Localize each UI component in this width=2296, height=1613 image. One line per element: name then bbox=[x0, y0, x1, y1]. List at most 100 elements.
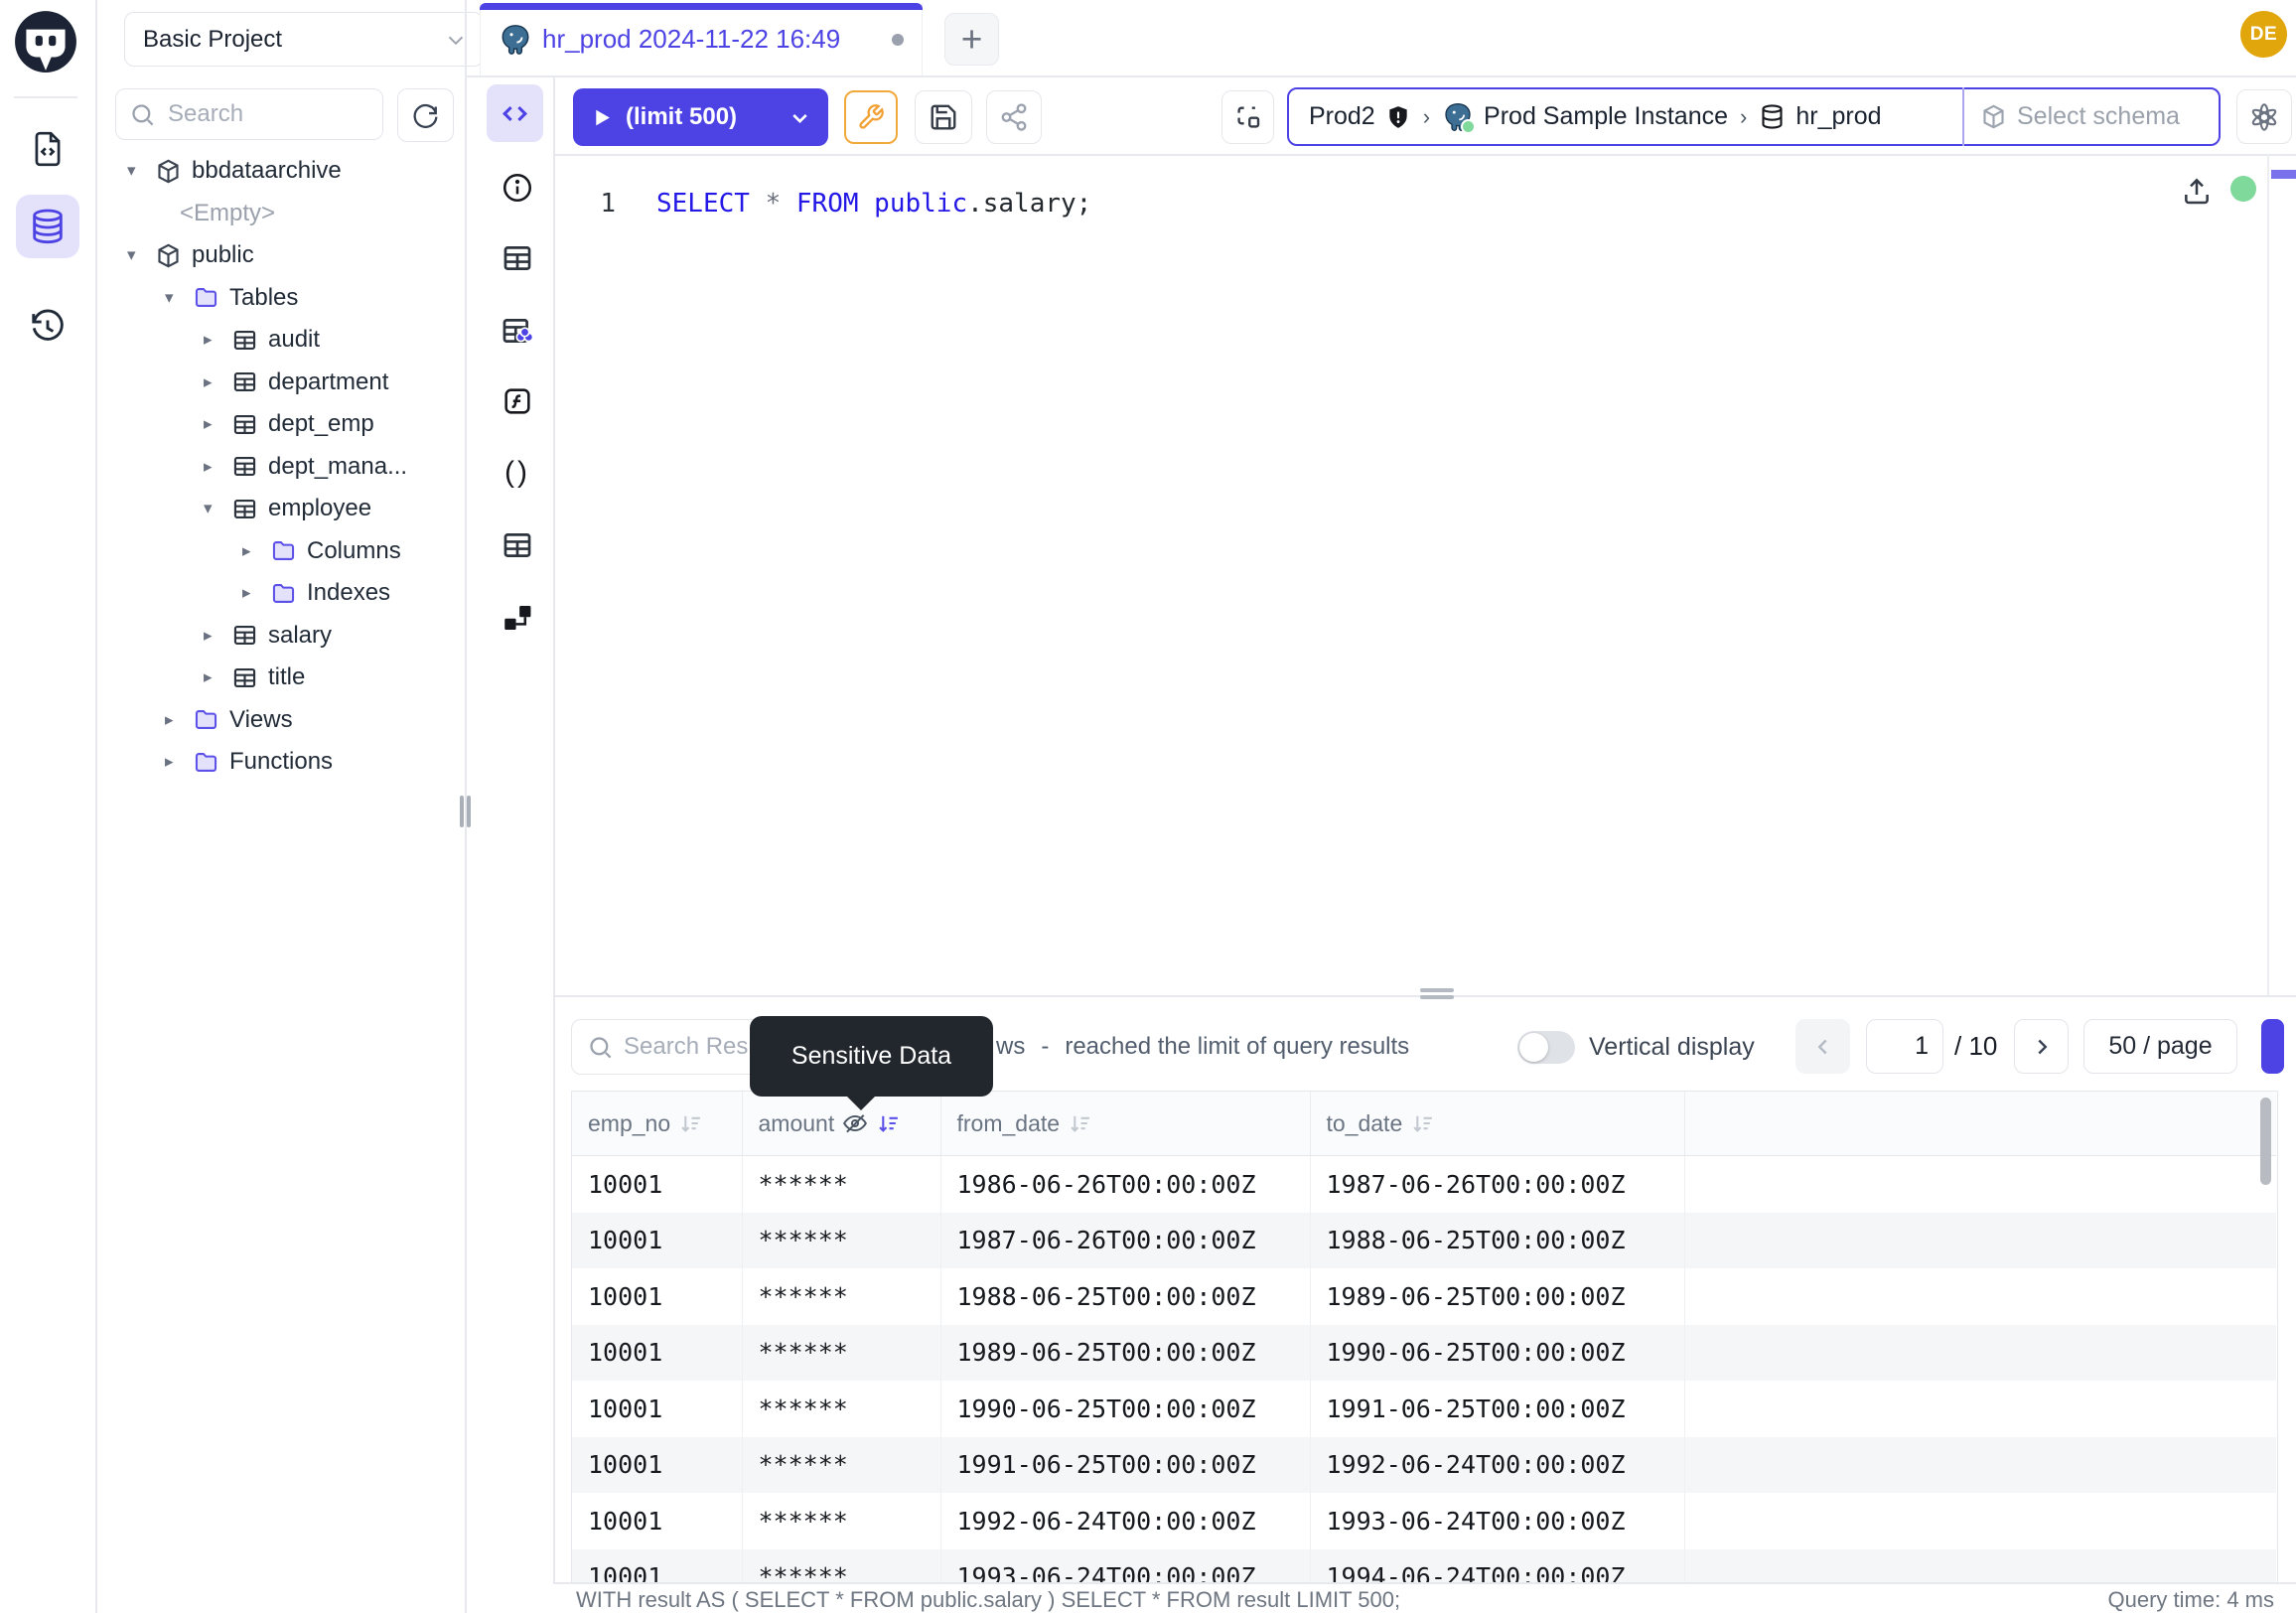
splitter-handle[interactable] bbox=[1420, 988, 1454, 992]
sort-icon[interactable] bbox=[678, 1111, 703, 1136]
column-header-emp_no[interactable]: emp_no bbox=[572, 1092, 742, 1156]
tree-item-employee[interactable]: ▾employee bbox=[96, 488, 464, 530]
sidebar-item-history[interactable] bbox=[16, 294, 79, 358]
tree-item-label: dept_emp bbox=[268, 410, 374, 438]
table-detail-button[interactable] bbox=[498, 525, 537, 565]
table-cell: ****** bbox=[742, 1381, 940, 1437]
connect-database-icon bbox=[1233, 102, 1263, 132]
info-button[interactable] bbox=[498, 168, 537, 208]
sidebar-item-databases[interactable] bbox=[16, 195, 79, 258]
chevron-right-icon[interactable]: ▸ bbox=[242, 541, 268, 561]
cube-icon bbox=[153, 158, 183, 185]
functions-button[interactable] bbox=[498, 381, 537, 421]
chevron-right-icon[interactable]: ▸ bbox=[204, 667, 229, 687]
export-button-clipped[interactable] bbox=[2261, 1019, 2284, 1074]
sql-editor-line[interactable]: SELECT * FROM public.salary; bbox=[656, 189, 1091, 219]
sensitive-data-button[interactable] bbox=[498, 311, 537, 351]
sort-icon[interactable] bbox=[1410, 1111, 1435, 1136]
page-number-input[interactable] bbox=[1866, 1019, 1943, 1074]
table-icon bbox=[229, 327, 259, 354]
chevron-down-icon[interactable]: ▾ bbox=[127, 245, 153, 265]
tree-item-dept-emp[interactable]: ▸ dept_emp bbox=[96, 403, 464, 446]
tab-hr-prod[interactable]: hr_prod 2024-11-22 16:49 bbox=[480, 3, 923, 75]
tree-item--empty-[interactable]: <Empty> bbox=[96, 193, 464, 235]
masked-table-icon bbox=[501, 314, 534, 348]
schema-diagram-button[interactable] bbox=[498, 598, 537, 638]
admin-wrench-button[interactable] bbox=[844, 90, 898, 144]
tree-item-dept-mana-[interactable]: ▸dept_mana... bbox=[96, 446, 464, 489]
chevron-down-icon[interactable]: ▾ bbox=[204, 499, 229, 518]
ai-assistant-button[interactable] bbox=[2236, 89, 2292, 144]
chevron-right-icon[interactable]: ▸ bbox=[204, 626, 229, 646]
tree-item-public[interactable]: ▾public bbox=[96, 234, 464, 277]
breadcrumb-connection-path[interactable]: Prod2 › Prod Sample Instance › hr_prod bbox=[1289, 89, 1882, 144]
chevron-right-icon[interactable]: ▸ bbox=[165, 752, 191, 772]
results-scrollbar-thumb[interactable] bbox=[2260, 1098, 2271, 1185]
tree-item-bbdataarchive[interactable]: ▾bbdataarchive bbox=[96, 150, 464, 193]
chevron-down-icon[interactable] bbox=[788, 105, 812, 130]
next-page-button[interactable] bbox=[2014, 1019, 2069, 1074]
run-query-button[interactable]: (limit 500) bbox=[573, 88, 828, 146]
new-tab-button[interactable]: + bbox=[944, 13, 999, 66]
chevron-right-icon[interactable]: ▸ bbox=[204, 330, 229, 350]
postgresql-icon bbox=[499, 23, 532, 57]
chevron-right-icon[interactable]: ▸ bbox=[204, 414, 229, 434]
column-header-to_date[interactable]: to_date bbox=[1310, 1092, 1684, 1156]
tree-item-department[interactable]: ▸department bbox=[96, 362, 464, 404]
chevron-right-icon[interactable]: ▸ bbox=[165, 710, 191, 730]
tree-item-audit[interactable]: ▸audit bbox=[96, 319, 464, 362]
info-icon bbox=[501, 171, 534, 205]
run-button-label: (limit 500) bbox=[626, 103, 737, 131]
tree-item-columns[interactable]: ▸Columns bbox=[96, 530, 464, 573]
column-header-amount[interactable]: amount bbox=[742, 1092, 940, 1156]
user-avatar[interactable]: DE bbox=[2240, 11, 2287, 58]
function-icon bbox=[501, 384, 534, 418]
cube-icon bbox=[1980, 103, 2007, 130]
table-cell: 1987-06-26T00:00:00Z bbox=[1310, 1156, 1684, 1213]
prev-page-button[interactable] bbox=[1795, 1019, 1850, 1074]
tree-item-tables[interactable]: ▾Tables bbox=[96, 277, 464, 320]
table-cell: 1990-06-25T00:00:00Z bbox=[1310, 1325, 1684, 1382]
tree-item-functions[interactable]: ▸Functions bbox=[96, 741, 464, 784]
chevron-right-icon[interactable]: ▸ bbox=[242, 583, 268, 603]
connection-button[interactable] bbox=[1221, 90, 1274, 144]
tree-item-views[interactable]: ▸ Views bbox=[96, 699, 464, 742]
bytebase-logo[interactable] bbox=[13, 9, 78, 74]
save-button[interactable] bbox=[915, 90, 972, 144]
sql-token: . bbox=[967, 189, 983, 219]
sort-icon[interactable] bbox=[1068, 1111, 1092, 1136]
table-info-button[interactable] bbox=[498, 238, 537, 278]
environment-label: Prod2 bbox=[1309, 102, 1375, 131]
chevron-down-icon[interactable]: ▾ bbox=[127, 161, 153, 181]
sql-token: FROM bbox=[796, 189, 859, 219]
refresh-tree-button[interactable] bbox=[397, 88, 454, 142]
parameters-button[interactable]: () bbox=[498, 453, 537, 493]
column-header-from_date[interactable]: from_date bbox=[940, 1092, 1310, 1156]
panel-resize-handle[interactable] bbox=[460, 796, 464, 827]
export-result-icon[interactable] bbox=[2181, 175, 2213, 207]
chevron-down-icon[interactable]: ▾ bbox=[165, 288, 191, 308]
sidebar-item-worksheets[interactable] bbox=[16, 117, 79, 181]
share-button[interactable] bbox=[986, 90, 1042, 144]
page-size-select[interactable]: 50 / page bbox=[2083, 1019, 2237, 1074]
chevron-right-icon[interactable]: ▸ bbox=[204, 372, 229, 392]
editor-mode-button[interactable] bbox=[487, 84, 543, 142]
tree-item-salary[interactable]: ▸salary bbox=[96, 615, 464, 658]
vertical-display-toggle[interactable] bbox=[1517, 1031, 1575, 1064]
tree-item-label: Views bbox=[229, 706, 293, 734]
select-schema-label: Select schema bbox=[2017, 102, 2180, 131]
table-cell: 10001 bbox=[572, 1325, 742, 1382]
tree-item-indexes[interactable]: ▸Indexes bbox=[96, 572, 464, 615]
splitter-handle[interactable] bbox=[1420, 995, 1454, 999]
sort-icon[interactable] bbox=[876, 1111, 901, 1136]
chevron-right-icon[interactable]: ▸ bbox=[204, 457, 229, 477]
tree-item-title[interactable]: ▸title bbox=[96, 657, 464, 699]
project-selector[interactable]: Basic Project bbox=[124, 12, 484, 67]
panel-resize-handle[interactable] bbox=[467, 796, 471, 827]
table-cell: 1989-06-25T00:00:00Z bbox=[1310, 1268, 1684, 1325]
executed-sql-label: WITH result AS ( SELECT * FROM public.sa… bbox=[576, 1587, 1400, 1613]
database-label: hr_prod bbox=[1795, 102, 1881, 131]
connection-breadcrumb[interactable]: Prod2 › Prod Sample Instance › hr_prod S… bbox=[1287, 87, 2221, 146]
database-schema-tree: ▾bbdataarchive<Empty>▾public▾Tables▸audi… bbox=[96, 150, 464, 784]
select-schema-button[interactable]: Select schema bbox=[1980, 89, 2180, 144]
